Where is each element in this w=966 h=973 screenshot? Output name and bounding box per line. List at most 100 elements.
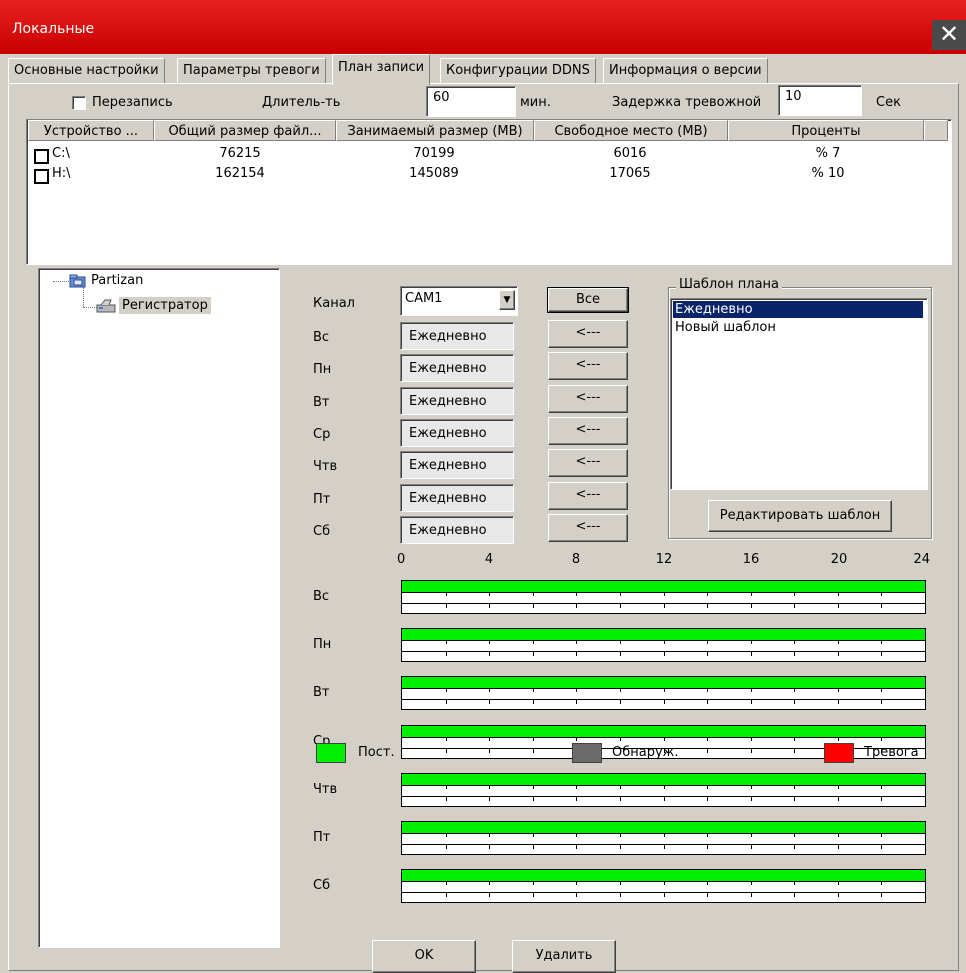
row-checkbox[interactable] [34,169,49,184]
timeline-tick [664,881,665,885]
duration-input[interactable]: 60 [426,86,516,117]
tab-basic-settings[interactable]: Основные настройки [8,58,165,83]
day-timeline[interactable] [401,773,926,807]
timeline-tick [838,640,839,644]
timeline-tick [533,833,534,837]
edit-template-button[interactable]: Редактировать шаблон [708,500,892,532]
delete-button[interactable]: Удалить [512,940,616,973]
apply-template-button[interactable]: <--- [548,417,628,445]
column-header-total[interactable]: Общий размер файл... [154,120,336,141]
tab-alarm-params[interactable]: Параметры тревоги [177,58,326,83]
day-template-field[interactable]: Ежедневно [400,484,514,512]
timeline-tick [533,797,534,801]
used-cell: 70199 [413,146,455,161]
apply-template-button[interactable]: <--- [548,385,628,413]
timeline-tick [664,893,665,897]
column-header-percent[interactable]: Проценты [728,120,924,141]
column-header-used[interactable]: Занимаемый размер (MB) [336,120,534,141]
timeline-tick [881,797,882,801]
timeline-tick [794,700,795,704]
timeline-tick [489,592,490,596]
timeline-tick [751,833,752,837]
column-header-free[interactable]: Свободное место (MB) [534,120,728,141]
tree-root-label[interactable]: Partizan [91,273,143,288]
day-label: Пн [313,362,332,377]
day-template-field[interactable]: Ежедневно [400,516,514,544]
timeline-tick [446,749,447,753]
legend-alarm-swatch [824,743,854,763]
timeline-tick [533,700,534,704]
day-template-field[interactable]: Ежедневно [400,451,514,479]
row-checkbox[interactable] [34,149,49,164]
template-item-daily[interactable]: Ежедневно [673,301,923,318]
timeline-tick [446,700,447,704]
timeline-tick [664,797,665,801]
timeline-tick [838,797,839,801]
timeline-tick [707,749,708,753]
apply-template-button[interactable]: <--- [548,514,628,542]
timeline-tick [881,881,882,885]
alarm-delay-label: Задержка тревожной [612,95,762,110]
timeline-tick [794,737,795,741]
day-template-field[interactable]: Ежедневно [400,322,514,350]
timeline-tick [751,881,752,885]
legend-constant-swatch [316,743,346,763]
template-item-new[interactable]: Новый шаблон [673,319,923,336]
apply-template-button[interactable]: <--- [548,482,628,510]
timeline-tick [707,797,708,801]
legend-motion-swatch [572,743,602,763]
day-template-field[interactable]: Ежедневно [400,354,514,382]
column-header-device[interactable]: Устройство ... [28,120,154,141]
timeline-tick [838,700,839,704]
timeline-tick [489,737,490,741]
channel-select[interactable]: CAM1 ▼ [400,286,518,316]
day-template-field[interactable]: Ежедневно [400,387,514,415]
timeline-tick [533,604,534,608]
day-template-field[interactable]: Ежедневно [400,419,514,447]
timeline-tick [533,688,534,692]
day-label: Вс [313,330,330,345]
tab-record-plan[interactable]: План записи [332,54,431,85]
timeline-tick [489,640,490,644]
tree-child-label[interactable]: Регистратор [119,297,211,314]
chevron-down-icon[interactable]: ▼ [499,290,515,310]
timeline-tick [751,640,752,644]
timeline-tick [489,893,490,897]
alarm-delay-input[interactable]: 10 [778,85,862,116]
timeline-tick [794,688,795,692]
timeline-tick [707,881,708,885]
hour-tick-label: 4 [484,552,494,567]
timeline-tick [620,845,621,849]
day-timeline[interactable] [401,580,926,614]
close-icon[interactable]: ✕ [932,20,966,50]
timeline-tick [533,785,534,789]
duration-label: Длитель-ть [262,95,341,110]
day-timeline[interactable] [401,628,926,662]
timeline-day-label: Вт [313,685,330,700]
timeline-tick [707,845,708,849]
timeline-tick [794,833,795,837]
apply-template-button[interactable]: <--- [548,320,628,348]
day-timeline[interactable] [401,821,926,855]
apply-template-button[interactable]: <--- [548,449,628,477]
tab-ddns-config[interactable]: Конфигурации DDNS [440,58,596,83]
day-timeline[interactable] [401,869,926,903]
day-timeline[interactable] [401,676,926,710]
apply-template-button[interactable]: <--- [548,352,628,380]
total-cell: 162154 [215,166,265,181]
timeline-tick [576,833,577,837]
device-cell: C:\ [52,146,70,161]
overwrite-checkbox[interactable] [72,96,86,110]
tab-version-info[interactable]: Информация о версии [603,58,768,83]
device-cell: H:\ [52,166,71,181]
timeline-tick [707,893,708,897]
timeline-tick [446,640,447,644]
timeline-tick [620,700,621,704]
hour-tick-label: 0 [397,552,406,567]
column-header-empty [924,120,948,141]
timeline-tick [751,749,752,753]
tree-line [83,287,84,307]
timeline-tick [576,700,577,704]
all-button[interactable]: Все [547,287,629,313]
ok-button[interactable]: OK [372,940,476,973]
